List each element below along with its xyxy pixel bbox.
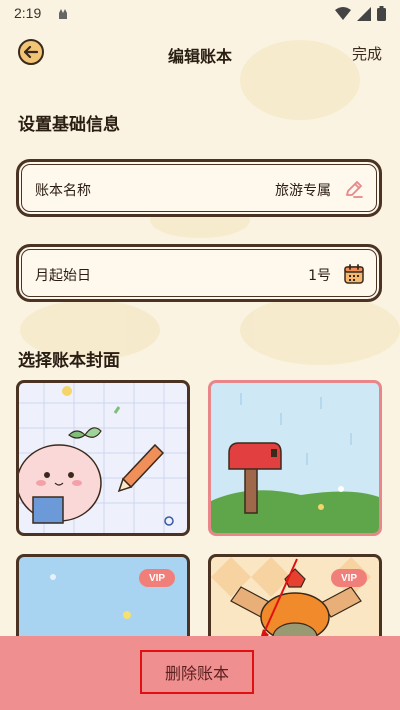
- mailbox-illustration: [211, 393, 379, 533]
- start-day-value: 1号: [308, 268, 331, 284]
- vip-badge: VIP: [331, 569, 367, 587]
- app-notification-icon: [59, 9, 67, 19]
- status-bar: 2:19: [0, 0, 400, 28]
- battery-icon: [377, 6, 386, 21]
- pencil-icon[interactable]: [343, 178, 365, 200]
- book-name-label: 账本名称: [35, 183, 91, 199]
- signal-icon: [357, 6, 371, 21]
- status-time: 2:19: [14, 5, 42, 21]
- vip-badge: VIP: [139, 569, 175, 587]
- delete-book-button[interactable]: 删除账本: [140, 650, 254, 694]
- header: 编辑账本 完成: [0, 30, 400, 76]
- calendar-icon[interactable]: [343, 263, 365, 285]
- page-title: 编辑账本: [167, 47, 232, 66]
- wifi-icon: [335, 6, 351, 20]
- bottom-action-bar: 删除账本: [0, 636, 400, 710]
- cover-section-title: 选择账本封面: [18, 351, 120, 371]
- book-name-field[interactable]: 账本名称 旅游专属: [16, 159, 382, 217]
- cover-peach-sprout[interactable]: [16, 380, 190, 536]
- peach-sprout-illustration: [19, 383, 187, 533]
- done-button[interactable]: 完成: [352, 43, 382, 64]
- book-name-value: 旅游专属: [275, 183, 331, 199]
- start-day-field[interactable]: 月起始日 1号: [16, 244, 382, 302]
- start-day-label: 月起始日: [35, 268, 91, 284]
- basic-info-title: 设置基础信息: [18, 115, 120, 135]
- cover-red-mailbox[interactable]: [208, 380, 382, 536]
